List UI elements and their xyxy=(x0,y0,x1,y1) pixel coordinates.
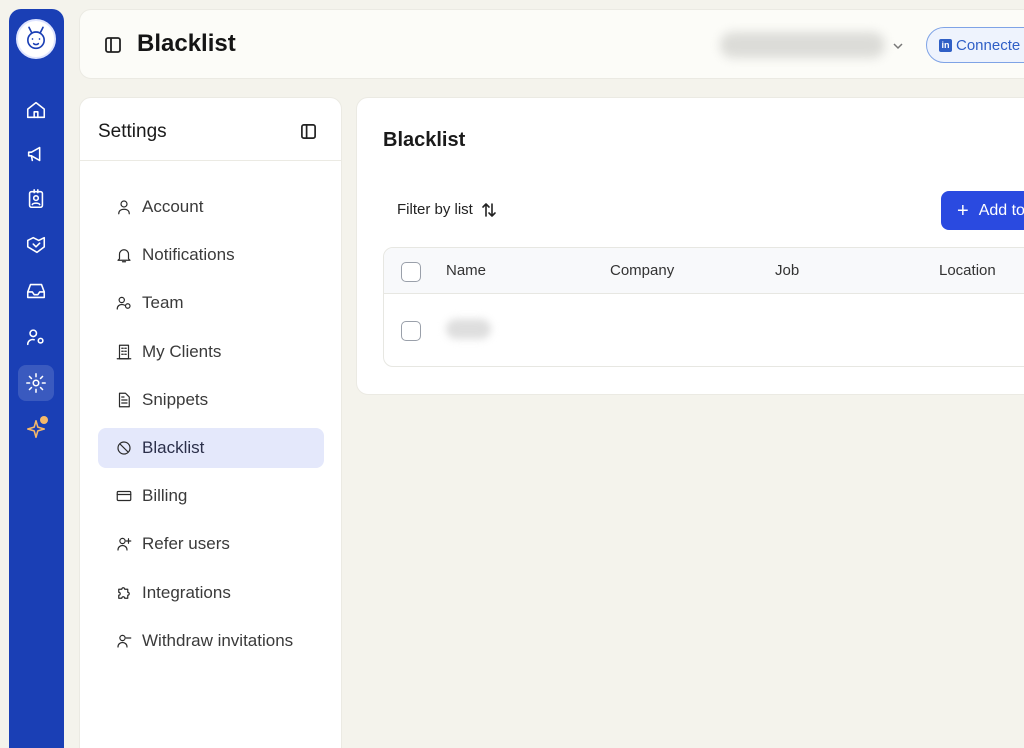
linkedin-icon: in xyxy=(939,38,952,52)
nav-ai[interactable] xyxy=(18,411,54,447)
settings-title: Settings xyxy=(98,121,167,142)
add-button-label: Add to xyxy=(978,201,1024,219)
plus-icon: + xyxy=(957,199,969,222)
sort-arrows-icon xyxy=(482,202,496,217)
column-header-name[interactable]: Name xyxy=(446,262,486,279)
user-icon xyxy=(118,200,130,215)
user-gear-icon xyxy=(26,329,44,346)
team-icon xyxy=(116,297,131,310)
user-minus-icon xyxy=(117,634,132,648)
column-header-job[interactable]: Job xyxy=(775,262,799,279)
panel-toggle-icon xyxy=(301,124,316,139)
blacklist-panel: Blacklist Filter by list + Add to Name C… xyxy=(356,97,1024,395)
row-checkbox[interactable] xyxy=(401,321,421,341)
settings-menu: Account Notifications Team My Clients Sn… xyxy=(98,187,324,669)
table-header: Name Company Job Location xyxy=(384,248,1024,294)
settings-item-notifications[interactable]: Notifications xyxy=(98,235,324,275)
credit-card-icon xyxy=(116,491,132,502)
column-header-company[interactable]: Company xyxy=(610,262,674,279)
filter-by-list-button[interactable]: Filter by list xyxy=(397,201,497,218)
settings-item-label: Withdraw invitations xyxy=(142,630,294,650)
settings-item-my-clients[interactable]: My Clients xyxy=(98,332,324,372)
add-to-blacklist-button[interactable]: + Add to xyxy=(941,191,1024,230)
row-name-redacted xyxy=(446,319,491,339)
settings-item-label: Billing xyxy=(142,486,188,506)
gear-icon xyxy=(26,373,46,393)
handshake-icon xyxy=(26,236,46,254)
settings-item-refer-users[interactable]: Refer users xyxy=(98,524,324,564)
nav-campaigns[interactable] xyxy=(18,136,54,172)
logo-icon xyxy=(27,26,45,50)
settings-item-label: Snippets xyxy=(142,389,209,409)
bell-icon xyxy=(117,249,131,263)
app-logo[interactable] xyxy=(16,19,56,59)
settings-collapse-button[interactable] xyxy=(300,123,318,141)
top-header: Blacklist in Connecte xyxy=(79,9,1024,79)
account-selector[interactable] xyxy=(720,32,885,58)
section-title: Blacklist xyxy=(383,129,466,151)
page-title: Blacklist xyxy=(137,30,236,57)
settings-item-billing[interactable]: Billing xyxy=(98,476,324,516)
home-icon xyxy=(26,101,46,119)
ban-icon xyxy=(117,441,131,455)
sidebar-toggle-button[interactable] xyxy=(104,36,122,54)
filter-label: Filter by list xyxy=(397,201,473,218)
inbox-icon xyxy=(26,283,46,299)
nav-user-settings[interactable] xyxy=(18,319,54,355)
column-header-location[interactable]: Location xyxy=(939,262,996,279)
nav-contacts[interactable] xyxy=(18,181,54,217)
nav-rail xyxy=(9,9,64,748)
settings-item-account[interactable]: Account xyxy=(98,187,324,227)
blacklist-table: Name Company Job Location xyxy=(383,247,1024,367)
chevron-down-icon[interactable] xyxy=(892,39,904,51)
settings-item-team[interactable]: Team xyxy=(98,283,324,323)
sidebar-toggle-icon xyxy=(105,37,121,53)
document-icon xyxy=(118,392,130,408)
megaphone-icon xyxy=(27,146,41,162)
settings-item-withdraw-invitations[interactable]: Withdraw invitations xyxy=(98,621,324,661)
select-all-checkbox[interactable] xyxy=(401,262,421,282)
nav-inbox[interactable] xyxy=(18,273,54,309)
nav-settings[interactable] xyxy=(18,365,54,401)
user-plus-icon xyxy=(117,538,132,551)
nav-deals[interactable] xyxy=(18,227,54,263)
settings-header: Settings xyxy=(80,98,341,161)
settings-item-snippets[interactable]: Snippets xyxy=(98,380,324,420)
nav-home[interactable] xyxy=(18,92,54,128)
settings-item-label: Account xyxy=(142,197,204,216)
settings-item-integrations[interactable]: Integrations xyxy=(98,573,324,613)
puzzle-icon xyxy=(118,586,130,599)
settings-panel: Settings Account Notifications Team My C… xyxy=(79,97,342,748)
notification-dot xyxy=(40,416,48,424)
settings-item-label: Refer users xyxy=(142,534,230,554)
linkedin-connected-button[interactable]: in Connecte xyxy=(926,27,1024,63)
settings-item-label: Integrations xyxy=(142,582,231,602)
id-badge-icon xyxy=(28,189,44,209)
settings-item-blacklist[interactable]: Blacklist xyxy=(98,427,324,468)
settings-item-label: Blacklist xyxy=(142,437,205,457)
settings-item-label: Notifications xyxy=(142,245,235,265)
table-row[interactable] xyxy=(384,294,1024,366)
building-icon xyxy=(116,344,132,359)
settings-item-label: Team xyxy=(142,293,184,313)
connected-label: Connecte xyxy=(956,36,1021,54)
settings-item-label: My Clients xyxy=(142,341,222,361)
